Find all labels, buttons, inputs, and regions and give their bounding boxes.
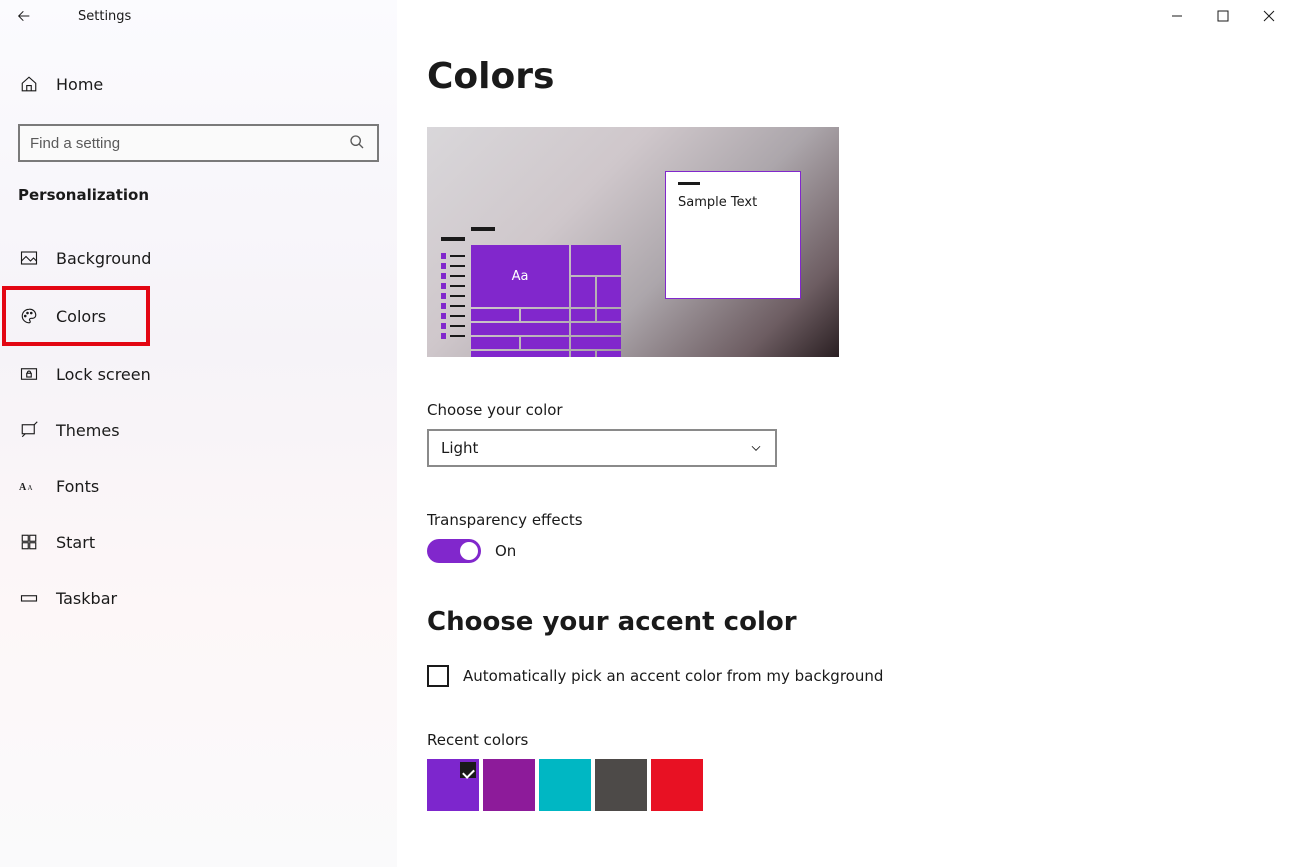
search-input[interactable] (30, 135, 349, 152)
sidebar-item-themes[interactable]: Themes (0, 406, 397, 454)
sidebar-item-label: Start (56, 533, 95, 552)
preview-list (437, 227, 465, 357)
sidebar-item-label: Background (56, 249, 151, 268)
picture-icon (18, 249, 40, 267)
transparency-toggle[interactable] (427, 539, 481, 563)
svg-text:A: A (27, 485, 32, 492)
lock-screen-icon (18, 365, 40, 383)
svg-text:A: A (19, 482, 27, 493)
sidebar-item-label: Taskbar (56, 589, 117, 608)
themes-icon (18, 421, 40, 439)
recent-color-swatch[interactable] (651, 759, 703, 811)
recent-color-swatch[interactable] (427, 759, 479, 811)
chevron-down-icon (749, 441, 763, 455)
recent-colors-label: Recent colors (427, 731, 1268, 749)
search-input-container[interactable] (18, 124, 379, 162)
back-button[interactable] (0, 0, 48, 32)
accent-section-title: Choose your accent color (427, 607, 1268, 637)
sidebar-item-label: Fonts (56, 477, 99, 496)
home-link[interactable]: Home (0, 60, 397, 108)
maximize-button[interactable] (1200, 0, 1246, 32)
preview-sample-text: Sample Text (678, 195, 757, 210)
sidebar-item-start[interactable]: Start (0, 518, 397, 566)
transparency-state: On (495, 542, 516, 560)
main-content: Colors Aa (427, 56, 1292, 867)
sidebar-item-label: Themes (56, 421, 120, 440)
page-title: Colors (427, 56, 1268, 97)
preview-tile-aa: Aa (471, 245, 569, 307)
auto-pick-checkbox[interactable] (427, 665, 449, 687)
window-title: Settings (48, 9, 131, 24)
sidebar-item-lock-screen[interactable]: Lock screen (0, 350, 397, 398)
transparency-label: Transparency effects (427, 511, 1268, 529)
preview-tiles: Aa (471, 227, 621, 357)
close-button[interactable] (1246, 0, 1292, 32)
fonts-icon: A A (18, 477, 40, 495)
sidebar-section-title: Personalization (0, 180, 397, 210)
sidebar: Home Personalization Background (0, 0, 397, 867)
toggle-knob (460, 542, 478, 560)
home-label: Home (56, 75, 103, 94)
preview-sample-window: Sample Text (665, 171, 801, 299)
sidebar-nav: Background Colors Lock screen (0, 234, 397, 622)
recent-color-swatch[interactable] (595, 759, 647, 811)
choose-color-select[interactable]: Light (427, 429, 777, 467)
home-icon (18, 75, 40, 93)
recent-color-swatch[interactable] (483, 759, 535, 811)
sidebar-item-colors[interactable]: Colors (6, 290, 146, 342)
taskbar-icon (18, 589, 40, 607)
minimize-button[interactable] (1154, 0, 1200, 32)
choose-color-label: Choose your color (427, 401, 1268, 419)
start-icon (18, 533, 40, 551)
sidebar-item-label: Lock screen (56, 365, 151, 384)
sidebar-item-label: Colors (56, 307, 106, 326)
palette-icon (18, 307, 40, 325)
titlebar: Settings (0, 0, 1292, 32)
recent-color-swatch[interactable] (539, 759, 591, 811)
recent-colors (427, 759, 1268, 811)
window-controls (1154, 0, 1292, 32)
color-preview: Aa Sample Text (427, 127, 839, 357)
preview-start-menu: Aa (437, 227, 629, 357)
auto-pick-label: Automatically pick an accent color from … (463, 667, 883, 685)
sidebar-item-taskbar[interactable]: Taskbar (0, 574, 397, 622)
choose-color-value: Light (441, 439, 478, 457)
sidebar-item-background[interactable]: Background (0, 234, 397, 282)
search-icon (349, 134, 367, 152)
sidebar-item-fonts[interactable]: A A Fonts (0, 462, 397, 510)
